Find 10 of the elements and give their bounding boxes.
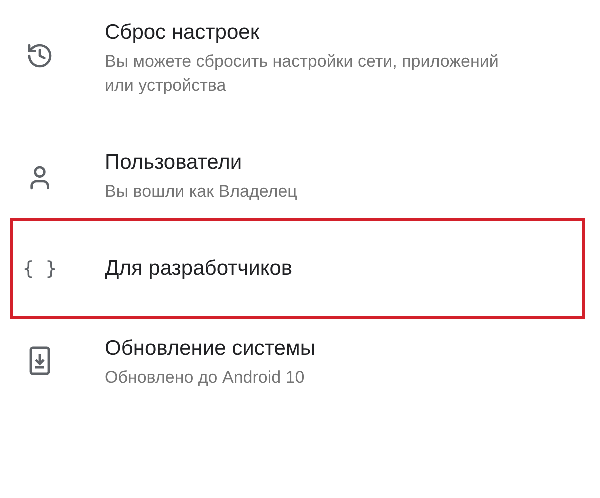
- setting-title[interactable]: Сброс настроек: [105, 20, 525, 46]
- setting-subtitle: Обновлено до Android 10: [105, 367, 306, 389]
- history-icon: [26, 42, 54, 70]
- setting-title[interactable]: Обновление системы: [105, 336, 525, 362]
- braces-icon: { }: [22, 258, 58, 280]
- phone-download-icon: [29, 346, 51, 376]
- setting-subtitle: Вы вошли как Владелец: [105, 181, 298, 203]
- setting-title[interactable]: Для разработчиков: [105, 256, 525, 282]
- setting-subtitle: Вы можете сбросить настройки сети, приложений или устройства: [105, 51, 500, 97]
- setting-title[interactable]: Пользователи: [105, 150, 525, 176]
